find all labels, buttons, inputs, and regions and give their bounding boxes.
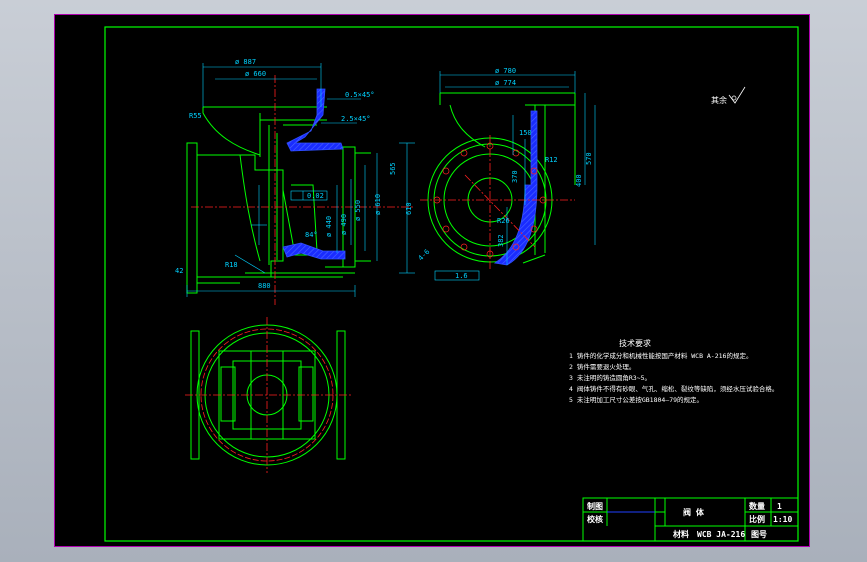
dim-bolt-spec: 4-6 bbox=[417, 248, 432, 263]
dim-880: 880 bbox=[258, 282, 271, 290]
material-value: WCB JA-216 bbox=[697, 530, 745, 539]
dim-150: 150 bbox=[519, 129, 532, 137]
title-block-texts: 制图 校核 阀 体 数量 1 比例 1:10 材料 WCB JA-216 图号 bbox=[587, 501, 792, 539]
dim-565: 565 bbox=[389, 162, 397, 175]
dim-r26: R26 bbox=[497, 217, 510, 225]
qty-value: 1 bbox=[777, 502, 782, 511]
drawing-no-label: 图号 bbox=[751, 530, 767, 539]
dim-400: 400 bbox=[575, 174, 583, 187]
checked-label: 校核 bbox=[587, 514, 603, 524]
dim-887: ø 887 bbox=[235, 58, 256, 66]
front-view bbox=[186, 106, 371, 294]
roughness-symbol: 其余 bbox=[711, 86, 746, 105]
dim-tolerance: 0.02 bbox=[307, 192, 324, 200]
dim-roughness-16: 1.6 bbox=[455, 272, 468, 280]
scale-value: 1:10 bbox=[773, 515, 792, 524]
dim-42: 42 bbox=[175, 267, 183, 275]
top-centerlines bbox=[185, 317, 351, 473]
dim-370: 370 bbox=[511, 170, 519, 183]
drawn-label: 制图 bbox=[587, 501, 603, 511]
engineering-drawing: ø 887 ø 660 ø 610 ø 550 ø 490 ø 440 880 … bbox=[104, 26, 799, 542]
tech-item-1: 1 铸件的化学成分和机械性能按国产材料 WCB A-216的规定。 bbox=[569, 351, 752, 360]
dim-chamfer-25: 2.5×45° bbox=[341, 115, 371, 123]
dim-550: ø 550 bbox=[354, 200, 362, 221]
dim-570: 570 bbox=[585, 152, 593, 165]
tech-item-4: 4 阀体铸件不得有砂眼、气孔、缩松、裂纹等缺陷，须经水压试验合格。 bbox=[569, 384, 778, 393]
dim-774: ø 774 bbox=[495, 79, 516, 87]
dim-r18: R18 bbox=[225, 261, 238, 269]
dim-angle-84: 84° bbox=[305, 231, 318, 239]
tech-item-5: 5 未注明加工尺寸公差按GB1804—79的规定。 bbox=[569, 395, 703, 404]
drawing-border bbox=[104, 26, 799, 542]
tech-title: 技术要求 bbox=[619, 338, 651, 348]
front-dimensions bbox=[186, 63, 415, 297]
dim-r55: R55 bbox=[189, 112, 202, 120]
technical-requirements: 技术要求 1 铸件的化学成分和机械性能按国产材料 WCB A-216的规定。 2… bbox=[569, 338, 778, 404]
material-label: 材料 bbox=[673, 529, 689, 539]
dim-440: ø 440 bbox=[325, 216, 333, 237]
tech-item-2: 2 铸件需要退火处理。 bbox=[569, 362, 635, 371]
front-section-hatch-2 bbox=[282, 242, 346, 260]
dim-780: ø 780 bbox=[495, 67, 516, 75]
dim-610-outer: 610 bbox=[405, 202, 413, 215]
roughness-label: 其余 bbox=[711, 95, 727, 105]
dim-660: ø 660 bbox=[245, 70, 266, 78]
dim-r12: R12 bbox=[545, 156, 558, 164]
dim-490: ø 490 bbox=[340, 214, 348, 235]
tech-item-3: 3 未注明的铸造圆角R3~5。 bbox=[569, 373, 651, 382]
scale-label: 比例 bbox=[749, 514, 765, 524]
dim-610: ø 610 bbox=[374, 194, 382, 215]
dim-382: 382 bbox=[497, 234, 505, 247]
dim-chamfer-05: 0.5×45° bbox=[345, 91, 375, 99]
side-dim-texts: ø 780 ø 774 150 370 400 570 R26 R12 382 … bbox=[417, 67, 593, 280]
front-centerlines bbox=[191, 75, 415, 305]
part-name: 阀 体 bbox=[683, 507, 705, 517]
qty-label: 数量 bbox=[749, 501, 765, 511]
cad-viewport[interactable]: ø 887 ø 660 ø 610 ø 550 ø 490 ø 440 880 … bbox=[54, 14, 810, 547]
